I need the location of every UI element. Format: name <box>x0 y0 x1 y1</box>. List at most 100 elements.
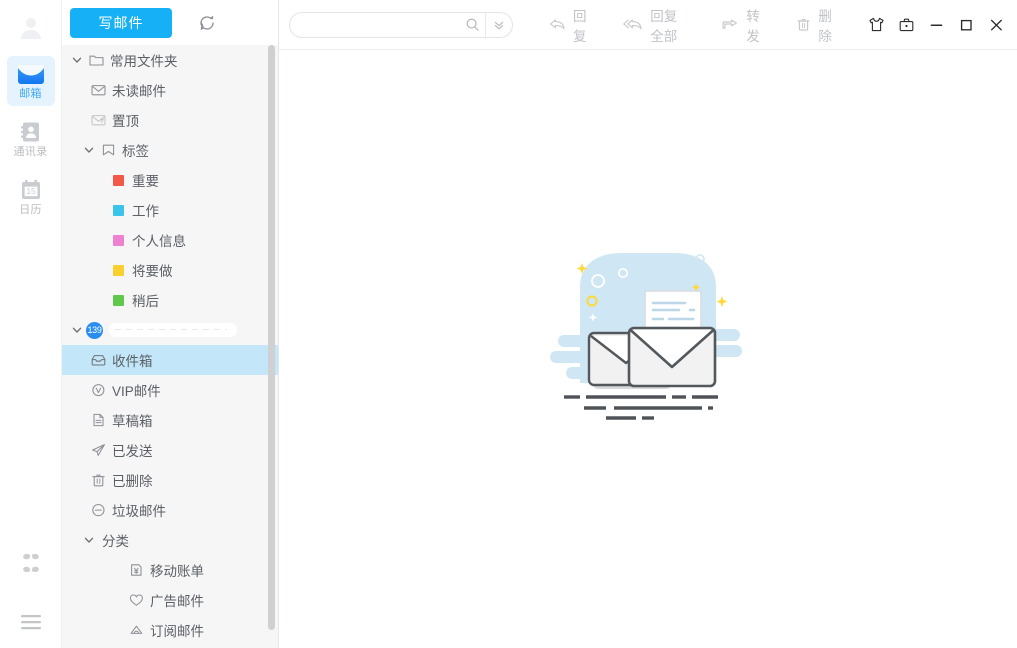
tree-node-label: 将要做 <box>132 260 173 280</box>
tree-node-tag-important[interactable]: 重要 <box>62 165 279 195</box>
delete-button[interactable]: 删除 <box>786 11 845 39</box>
bill-icon <box>126 563 146 577</box>
mail-action-toolbar: 回复 回复全部 转发 <box>539 11 859 39</box>
skin-tshirt-icon[interactable] <box>863 10 889 40</box>
chevron-down-icon[interactable] <box>80 144 98 156</box>
tree-node-tag-later[interactable]: 稍后 <box>62 285 279 315</box>
toolbar: 回复 回复全部 转发 <box>279 0 1017 50</box>
tree-node-deleted[interactable]: 已删除 <box>62 465 279 495</box>
chevron-down-icon[interactable] <box>68 324 86 336</box>
tree-node-sent[interactable]: 已发送 <box>62 435 279 465</box>
tree-node-label: 订阅邮件 <box>150 620 204 640</box>
sent-icon <box>88 443 108 457</box>
tree-node-pinned[interactable]: 置顶 <box>62 105 279 135</box>
chevron-down-icon[interactable] <box>80 534 98 546</box>
tree-node-spam[interactable]: 垃圾邮件 <box>62 495 279 525</box>
tree-node-label: 常用文件夹 <box>110 50 178 70</box>
sidebar-item-label: 日历 <box>19 205 42 216</box>
tree-node-tag-personal[interactable]: 个人信息 <box>62 225 279 255</box>
search-input[interactable] <box>290 13 459 37</box>
search-box[interactable] <box>289 12 513 38</box>
tree-node-categories[interactable]: 分类 <box>62 525 279 555</box>
folder-sidebar: 写邮件 常用文件夹 <box>62 0 279 648</box>
empty-state-illustration <box>548 243 748 423</box>
tree-node-label: 移动账单 <box>150 560 204 580</box>
color-swatch-icon <box>108 295 128 306</box>
reply-all-icon <box>623 17 643 32</box>
tree-node-tags[interactable]: 标签 <box>62 135 279 165</box>
tree-node-inbox[interactable]: 收件箱 <box>62 345 279 375</box>
tree-node-label: 置顶 <box>112 110 139 130</box>
sidebar-item-contacts[interactable]: 通讯录 <box>7 114 55 164</box>
tag-icon <box>98 143 118 157</box>
toolbox-icon[interactable] <box>893 10 919 40</box>
sidebar-scrollbar-thumb[interactable] <box>268 45 275 630</box>
refresh-icon[interactable] <box>194 10 220 36</box>
calendar-icon: 15 <box>20 178 42 202</box>
apps-grid-icon[interactable] <box>20 552 42 577</box>
color-swatch-icon <box>108 235 128 246</box>
color-swatch-icon <box>108 205 128 216</box>
tree-node-ad-mail[interactable]: 广告邮件 <box>62 585 279 615</box>
ground-dashes <box>564 397 718 418</box>
inbox-icon <box>88 353 108 367</box>
sidebar-item-label: 通讯录 <box>14 147 48 158</box>
tree-node-account[interactable]: 139 <box>62 315 279 345</box>
close-icon[interactable] <box>983 10 1009 40</box>
search-icon[interactable] <box>459 17 485 32</box>
minimize-icon[interactable] <box>923 10 949 40</box>
tree-node-label: 广告邮件 <box>150 590 204 610</box>
tree-node-label: 已删除 <box>112 470 153 490</box>
tree-node-label: 未读邮件 <box>112 80 166 100</box>
sidebar-item-mailbox[interactable]: 邮箱 <box>7 56 55 106</box>
tree-node-label: 工作 <box>132 200 159 220</box>
account-email-redacted <box>109 323 237 337</box>
reply-icon <box>549 17 566 32</box>
tool-label: 删除 <box>818 5 835 45</box>
forward-button[interactable]: 转发 <box>711 11 772 39</box>
forward-icon <box>721 17 739 32</box>
tree-node-label: 稍后 <box>132 290 159 310</box>
compose-button[interactable]: 写邮件 <box>70 8 172 38</box>
tree-node-label: 分类 <box>102 530 129 550</box>
tree-node-vip[interactable]: VIP邮件 <box>62 375 279 405</box>
sidebar-item-label: 邮箱 <box>19 89 42 100</box>
folder-icon <box>86 53 106 67</box>
tree-node-subscribe-mail[interactable]: 订阅邮件 <box>62 615 279 645</box>
contacts-icon <box>20 120 42 144</box>
sidebar-scrollbar[interactable] <box>268 45 275 632</box>
hamburger-menu-icon[interactable] <box>19 613 43 634</box>
tree-node-mobile-bill[interactable]: 移动账单 <box>62 555 279 585</box>
tree-node-label: VIP邮件 <box>112 380 161 400</box>
tree-node-common-folders[interactable]: 常用文件夹 <box>62 45 279 75</box>
tree-node-drafts[interactable]: 草稿箱 <box>62 405 279 435</box>
chevron-down-icon[interactable] <box>68 54 86 66</box>
sidebar-item-calendar[interactable]: 15 日历 <box>7 172 55 222</box>
main-area: 回复 回复全部 转发 <box>279 0 1017 648</box>
tree-node-tag-work[interactable]: 工作 <box>62 195 279 225</box>
pin-mail-icon <box>88 113 108 127</box>
tree-node-label: 收件箱 <box>112 350 153 370</box>
subscribe-icon <box>126 623 146 637</box>
two-envelopes-empty-state <box>548 243 748 423</box>
window-controls <box>859 10 1017 40</box>
double-chevron-down-icon[interactable] <box>485 13 512 37</box>
spam-icon <box>88 503 108 517</box>
tool-label: 转发 <box>746 5 762 45</box>
message-pane <box>279 50 1017 648</box>
reply-all-button[interactable]: 回复全部 <box>613 11 697 39</box>
mailbox-icon <box>17 62 45 86</box>
draft-icon <box>88 413 108 427</box>
tree-node-unread[interactable]: 未读邮件 <box>62 75 279 105</box>
tree-node-label: 个人信息 <box>132 230 186 250</box>
tool-label: 回复全部 <box>650 5 687 45</box>
folder-tree: 常用文件夹 未读邮件 置顶 <box>62 45 279 648</box>
mail-client-window: 邮箱 通讯录 <box>0 0 1017 648</box>
maximize-icon[interactable] <box>953 10 979 40</box>
tree-node-label: 重要 <box>132 170 159 190</box>
tree-node-tag-todo[interactable]: 将要做 <box>62 255 279 285</box>
rail-bottom-group <box>0 552 62 648</box>
reply-button[interactable]: 回复 <box>539 11 599 39</box>
user-avatar[interactable] <box>9 8 53 48</box>
tool-label: 回复 <box>573 5 589 45</box>
